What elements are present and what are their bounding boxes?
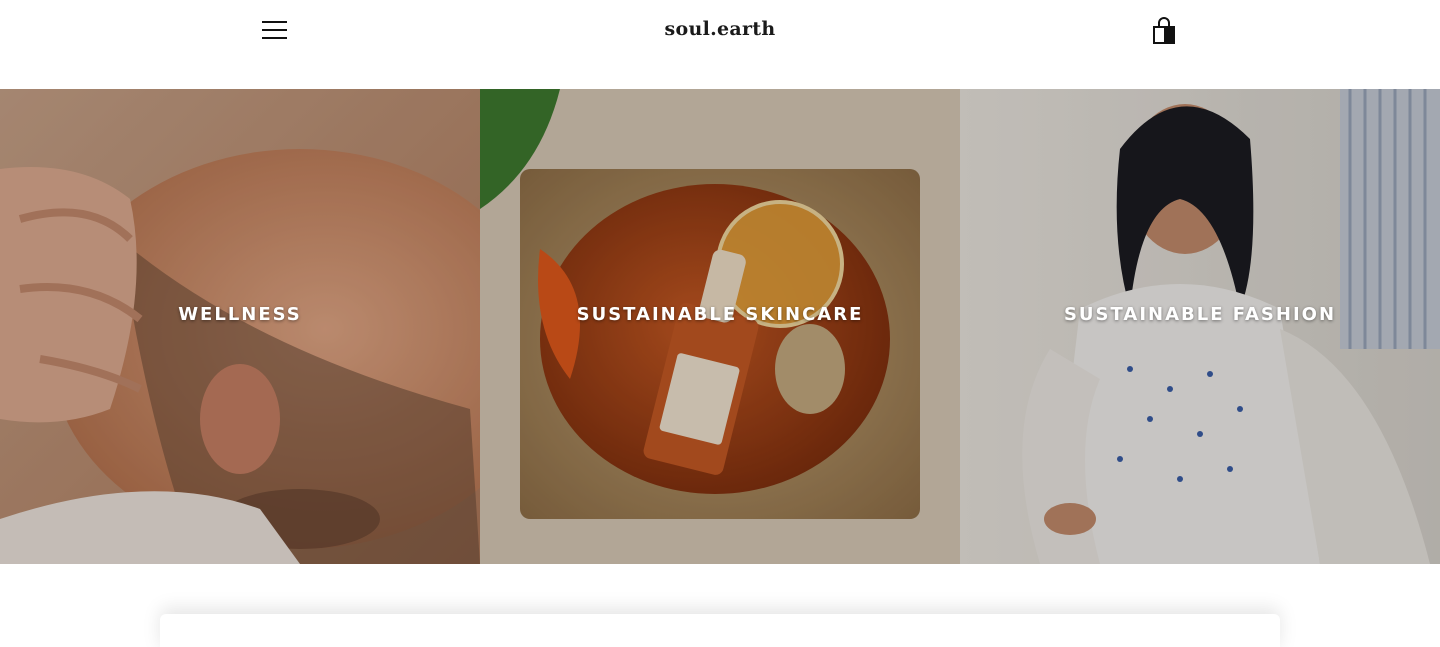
tile-label: SUSTAINABLE FASHION: [1063, 304, 1337, 325]
image-overlay: [0, 89, 480, 564]
hamburger-menu-icon[interactable]: [262, 20, 288, 40]
tile-label: WELLNESS: [178, 304, 302, 325]
image-overlay: [480, 89, 960, 564]
content-card: [160, 614, 1280, 647]
menu-bar: [262, 29, 287, 31]
tile-label: SUSTAINABLE SKINCARE: [576, 304, 864, 325]
category-tile-sustainable-skincare[interactable]: SUSTAINABLE SKINCARE: [480, 89, 960, 564]
category-tiles: WELLNESS SUSTAINABLE SKINCARE SUSTAINABL…: [0, 89, 1440, 564]
shopping-bag-icon[interactable]: [1151, 17, 1177, 45]
category-tile-sustainable-fashion[interactable]: SUSTAINABLE FASHION: [960, 89, 1440, 564]
category-tile-wellness[interactable]: WELLNESS: [0, 89, 480, 564]
image-overlay: [960, 89, 1440, 564]
shopping-bag-icon-graphic: [1153, 17, 1175, 44]
site-logo[interactable]: soul.earth: [620, 18, 820, 40]
site-header: soul.earth: [0, 0, 1440, 89]
menu-bar: [262, 37, 287, 39]
menu-bar: [262, 21, 287, 23]
